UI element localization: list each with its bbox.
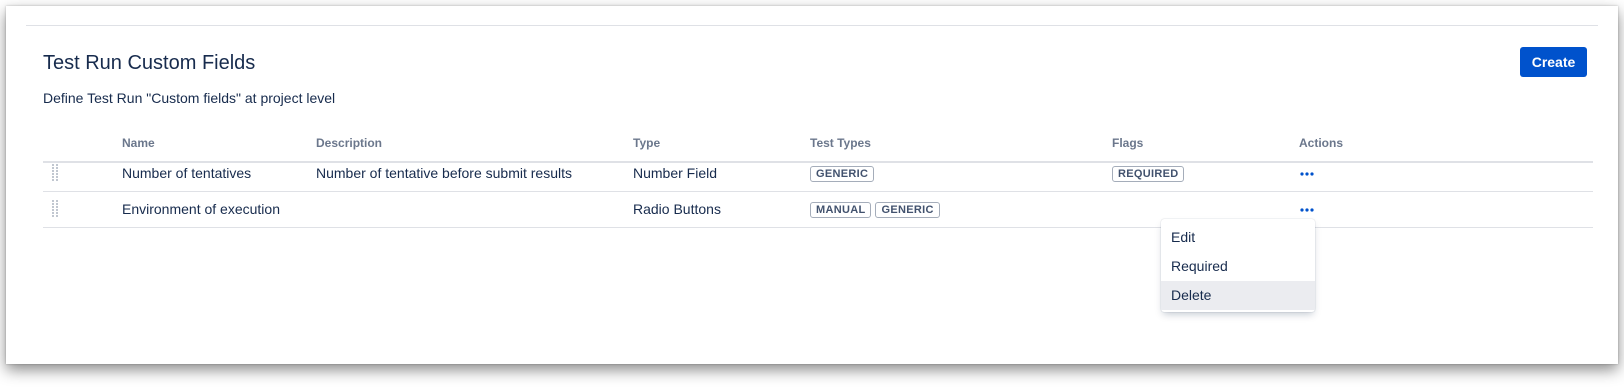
menu-item-delete[interactable]: Delete — [1161, 281, 1315, 310]
menu-item-edit[interactable]: Edit — [1161, 223, 1315, 252]
create-button[interactable]: Create — [1520, 47, 1587, 77]
table-row: Environment of execution Radio Buttons M… — [43, 192, 1593, 228]
flags-cell: REQUIRED — [1112, 156, 1188, 191]
top-divider — [26, 25, 1598, 26]
column-header-actions: Actions — [1299, 136, 1344, 150]
drag-handle-icon[interactable] — [52, 164, 60, 183]
test-types-cell: GENERIC — [810, 156, 878, 191]
more-horizontal-icon[interactable] — [1300, 208, 1314, 212]
more-horizontal-icon[interactable] — [1300, 172, 1314, 176]
column-header-description: Description — [316, 136, 383, 150]
menu-item-required[interactable]: Required — [1161, 252, 1315, 281]
test-type-badge: MANUAL — [810, 202, 872, 219]
page-title: Test Run Custom Fields — [43, 52, 256, 74]
column-header-flags: Flags — [1112, 136, 1144, 150]
field-description: Number of tentative before submit result… — [316, 165, 573, 181]
custom-fields-card: Test Run Custom Fields Define Test Run "… — [6, 6, 1618, 364]
field-type: Number Field — [633, 165, 718, 181]
test-types-cell: MANUAL GENERIC — [810, 192, 944, 227]
table-row: Number of tentatives Number of tentative… — [43, 156, 1593, 192]
page-description: Define Test Run "Custom fields" at proje… — [43, 90, 336, 106]
field-name: Environment of execution — [122, 201, 280, 217]
test-type-badge: GENERIC — [875, 202, 940, 219]
test-type-badge: GENERIC — [810, 166, 875, 183]
column-header-type: Type — [633, 136, 661, 150]
actions-dropdown-menu: Edit Required Delete — [1161, 219, 1315, 312]
flag-badge: REQUIRED — [1112, 166, 1185, 183]
column-header-test-types: Test Types — [810, 136, 871, 150]
field-name: Number of tentatives — [122, 165, 252, 181]
column-header-name: Name — [122, 136, 155, 150]
drag-handle-icon[interactable] — [52, 200, 60, 219]
field-type: Radio Buttons — [633, 201, 721, 217]
